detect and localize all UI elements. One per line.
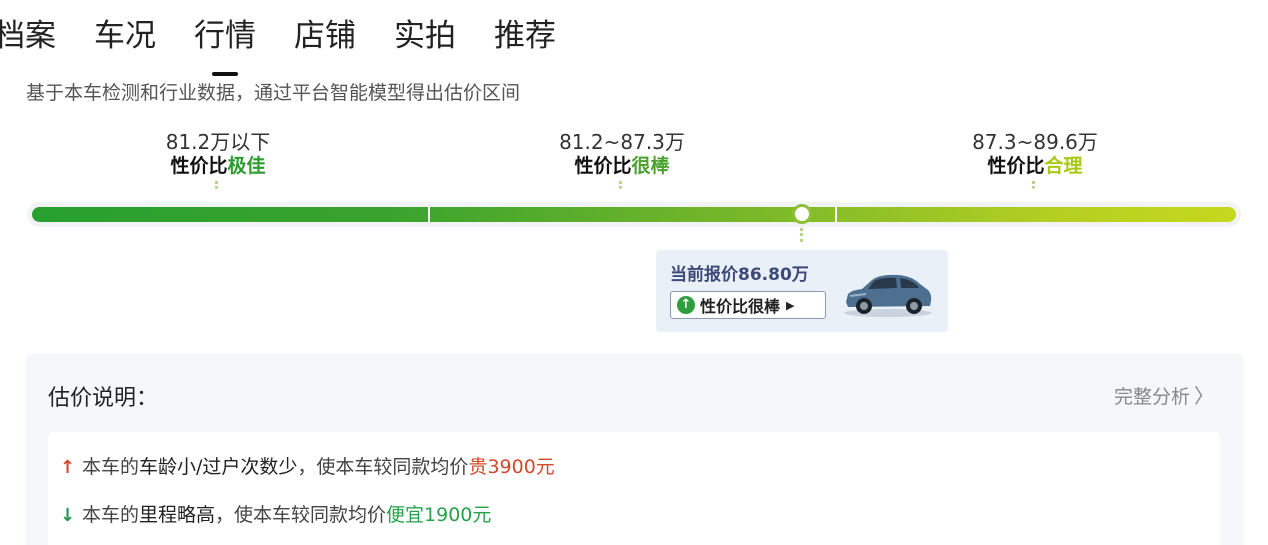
- item-factor: 车龄小/过户次数少: [139, 456, 298, 478]
- item-factor: 里程略高: [139, 504, 216, 526]
- badge-label: 性价比很棒: [700, 297, 781, 316]
- value-rating-badge[interactable]: ↑ 性价比很棒 ▶: [670, 291, 826, 319]
- item-prefix: 本车的: [82, 504, 140, 526]
- tab-recommend[interactable]: 推荐: [494, 14, 556, 64]
- full-analysis-link[interactable]: 完整分析〉: [1114, 380, 1214, 409]
- item-impact: 贵3900元: [468, 456, 555, 478]
- price-range-label: 81.2万以下: [165, 130, 271, 154]
- explanation-item: ↑ 本车的车龄小/过户次数少，使本车较同款均价贵3900元: [60, 452, 555, 479]
- full-analysis-label: 完整分析: [1113, 386, 1190, 408]
- dotted-connector: [1032, 181, 1038, 189]
- price-level-fair: 87.3~89.6万 性价比合理: [905, 130, 1165, 189]
- tab-archive[interactable]: 档案: [0, 14, 56, 64]
- value-rating: 性价比极佳: [88, 154, 348, 178]
- tab-store[interactable]: 店铺: [294, 14, 356, 64]
- dotted-connector: [215, 181, 221, 189]
- dotted-connector: [619, 181, 625, 189]
- price-range-label: 87.3~89.6万: [972, 130, 1098, 154]
- price-level-excellent: 81.2万以下 性价比极佳: [88, 130, 348, 189]
- arrow-up-icon: ↑: [60, 457, 76, 478]
- item-impact: 便宜1900元: [386, 504, 492, 526]
- value-rating-word: 合理: [1044, 155, 1083, 177]
- current-price-marker: [792, 204, 812, 224]
- value-rating: 性价比合理: [905, 154, 1165, 178]
- explanation-item: ↓ 本车的里程略高，使本车较同款均价便宜1900元: [60, 500, 491, 527]
- price-level-great: 81.2~87.3万 性价比很棒: [492, 130, 752, 189]
- value-rating-word: 极佳: [227, 155, 266, 177]
- explanation-list: ↑ 本车的车龄小/过户次数少，使本车较同款均价贵3900元 ↓ 本车的里程略高，使本…: [48, 432, 1220, 545]
- chevron-right-icon: 〉: [1194, 384, 1214, 408]
- tab-market[interactable]: 行情: [194, 14, 256, 64]
- tab-bar: 档案 车况 行情 店铺 实拍 推荐: [0, 14, 594, 64]
- item-prefix: 本车的: [82, 456, 140, 478]
- value-rating: 性价比很棒: [492, 154, 752, 178]
- price-gradient-bar: [32, 207, 1236, 222]
- value-rating-word: 很棒: [631, 155, 670, 177]
- section-subtitle: 基于本车检测和行业数据，通过平台智能模型得出估价区间: [26, 82, 521, 104]
- suv-car-icon: [844, 274, 932, 317]
- tab-photos[interactable]: 实拍: [394, 14, 456, 64]
- bar-separator: [428, 207, 430, 222]
- marker-dotted-connector: [800, 228, 806, 242]
- current-price-card[interactable]: 当前报价86.80万 ↑ 性价比很棒 ▶: [656, 250, 948, 332]
- item-middle: ，使本车较同款均价: [297, 456, 469, 478]
- arrow-down-icon: ↓: [60, 505, 76, 526]
- current-price-text: 当前报价86.80万: [670, 265, 809, 285]
- value-rating-prefix: 性价比: [170, 155, 228, 177]
- bar-separator: [835, 207, 837, 222]
- up-arrow-circle-icon: ↑: [677, 296, 695, 314]
- item-middle: ，使本车较同款均价: [215, 504, 387, 526]
- valuation-explanation-panel: 估价说明： 完整分析〉 ↑ 本车的车龄小/过户次数少，使本车较同款均价贵3900元…: [26, 354, 1244, 545]
- value-rating-prefix: 性价比: [574, 155, 632, 177]
- play-triangle-icon: ▶: [786, 298, 795, 312]
- tab-condition[interactable]: 车况: [94, 14, 156, 64]
- explanation-title: 估价说明：: [48, 386, 159, 411]
- value-rating-prefix: 性价比: [987, 155, 1045, 177]
- price-range-label: 81.2~87.3万: [559, 130, 685, 154]
